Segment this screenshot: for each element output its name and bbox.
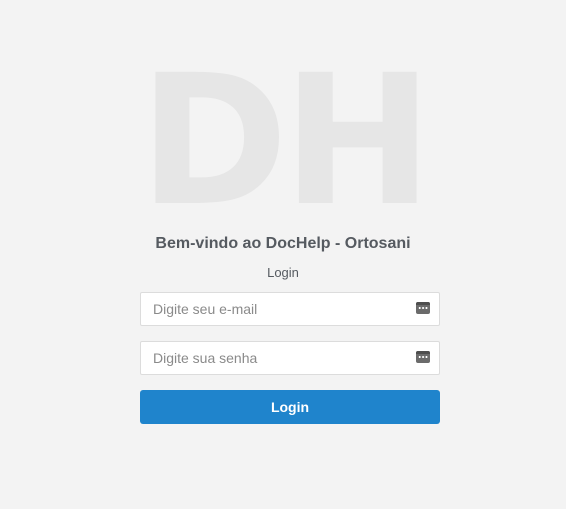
password-manager-icon[interactable] [416, 302, 430, 314]
password-field [140, 341, 440, 375]
password-manager-icon[interactable] [416, 351, 430, 363]
dochelp-logo-watermark: DH [138, 37, 433, 246]
email-input[interactable] [141, 293, 411, 325]
welcome-title: Bem-vindo ao DocHelp - Ortosani [155, 235, 411, 252]
login-page: DH Bem-vindo ao DocHelp - Ortosani Login… [0, 0, 566, 509]
login-button[interactable]: Login [140, 390, 440, 424]
login-subtitle: Login [267, 265, 299, 280]
password-input[interactable] [141, 342, 411, 374]
email-field [140, 292, 440, 326]
